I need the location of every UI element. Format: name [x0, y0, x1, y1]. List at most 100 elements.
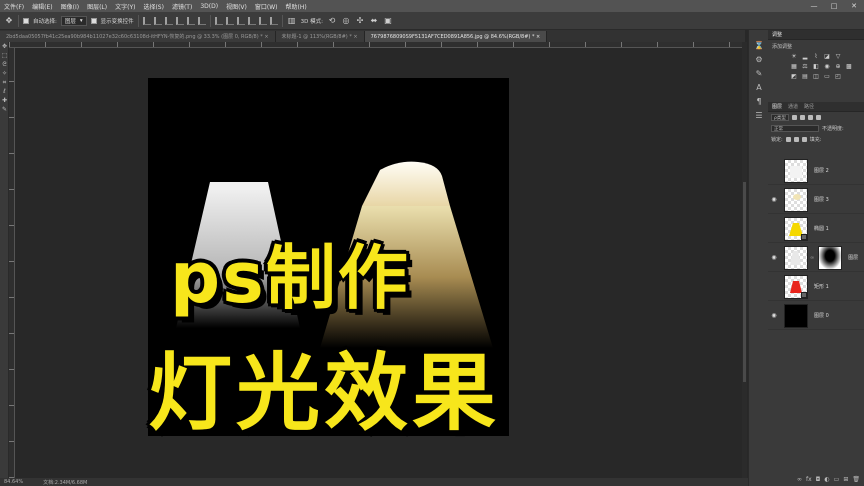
menu-file[interactable]: 文件(F): [0, 2, 28, 11]
align-left-icon[interactable]: [175, 16, 184, 25]
paragraph-icon[interactable]: ¶: [749, 94, 769, 108]
lock-all-icon[interactable]: [801, 137, 807, 142]
link-icon[interactable]: ∞: [797, 476, 802, 483]
orbit-3d-icon[interactable]: ⟲: [327, 16, 337, 26]
document-tab[interactable]: 2bd5daa05057fb41c25ea90b984b11027e32c60c…: [0, 31, 276, 42]
menu-window[interactable]: 窗口(W): [251, 2, 282, 11]
distribute-hcenter-icon[interactable]: [258, 16, 267, 25]
distribute-right-icon[interactable]: [269, 16, 278, 25]
menu-layer[interactable]: 图层(L): [83, 2, 111, 11]
scale-3d-icon[interactable]: ▣: [383, 16, 393, 26]
history-icon[interactable]: ⌛: [749, 38, 769, 52]
channel-mixer-icon[interactable]: ⊕: [834, 63, 842, 70]
group-icon[interactable]: ▭: [834, 476, 840, 483]
scroll-thumb[interactable]: [743, 182, 746, 382]
lasso-tool-icon[interactable]: ᘓ: [0, 60, 9, 69]
menu-image[interactable]: 图像(I): [57, 2, 83, 11]
layer-row[interactable]: 椭圆 1: [768, 215, 864, 243]
document-tab-active[interactable]: 76798768090S9F5131AF7CED0891A856.jpg @ 8…: [364, 31, 548, 42]
threshold-icon[interactable]: ◫: [812, 73, 820, 80]
filter-adjust-icon[interactable]: [799, 115, 805, 120]
menu-edit[interactable]: 编辑(E): [28, 2, 56, 11]
color-lookup-icon[interactable]: ▩: [845, 63, 853, 70]
menu-filter[interactable]: 滤镜(T): [168, 2, 196, 11]
close-icon[interactable]: ×: [536, 34, 540, 40]
align-vcenter-icon[interactable]: [153, 16, 162, 25]
layer-row[interactable]: 图层 2: [768, 157, 864, 185]
align-top-icon[interactable]: [142, 16, 151, 25]
align-right-icon[interactable]: [197, 16, 206, 25]
crop-tool-icon[interactable]: ⌗: [0, 78, 9, 87]
eyedropper-icon[interactable]: ℓ: [0, 87, 9, 96]
show-transform-checkbox[interactable]: [90, 17, 97, 24]
distribute-vcenter-icon[interactable]: [225, 16, 234, 25]
close-icon[interactable]: ×: [264, 34, 268, 40]
kind-filter[interactable]: ρ类型: [771, 114, 789, 121]
properties-icon[interactable]: ☰: [749, 108, 769, 122]
tab-layers[interactable]: 图层: [772, 103, 782, 110]
menu-select[interactable]: 选择(S): [139, 2, 168, 11]
distribute-top-icon[interactable]: [214, 16, 223, 25]
color-balance-icon[interactable]: ⚖: [801, 63, 809, 70]
trash-icon[interactable]: 🗑: [852, 476, 860, 483]
auto-select-dropdown[interactable]: 图层 ▾: [60, 15, 87, 26]
healing-tool-icon[interactable]: ✚: [0, 96, 9, 105]
move-tool-icon[interactable]: ✥: [4, 16, 14, 26]
layer-row[interactable]: ◉ 图层 0: [768, 302, 864, 330]
levels-icon[interactable]: ▂: [801, 53, 809, 60]
vertical-scrollbar[interactable]: [742, 42, 747, 478]
roll-3d-icon[interactable]: ◎: [341, 16, 351, 26]
filter-type-icon[interactable]: [807, 115, 813, 120]
document-tab[interactable]: 未标题-1 @ 113%(RGB/8#) * ×: [275, 31, 365, 42]
menu-type[interactable]: 文字(Y): [111, 2, 139, 11]
close-icon[interactable]: ×: [353, 34, 357, 40]
blend-mode-select[interactable]: 正常: [771, 125, 819, 132]
layer-row[interactable]: ◉ ∞ 图层: [768, 244, 864, 272]
vibrance-icon[interactable]: ▽: [834, 53, 842, 60]
distribute-bottom-icon[interactable]: [236, 16, 245, 25]
tab-channels[interactable]: 通道: [788, 103, 798, 110]
curves-icon[interactable]: ⌇: [812, 53, 820, 60]
invert-icon[interactable]: ◩: [790, 73, 798, 80]
layer-mask-thumbnail[interactable]: [818, 245, 843, 270]
brush-icon[interactable]: ✎: [749, 66, 769, 80]
tab-paths[interactable]: 路径: [804, 103, 814, 110]
filter-pixel-icon[interactable]: [791, 115, 797, 120]
lock-pixels-icon[interactable]: [785, 137, 791, 142]
brush-tool-icon[interactable]: ✎: [0, 105, 9, 114]
eye-icon[interactable]: ◉: [768, 254, 780, 261]
eye-icon[interactable]: ◉: [768, 196, 780, 203]
marquee-tool-icon[interactable]: ⬚: [0, 51, 9, 60]
auto-align-icon[interactable]: ▥: [287, 16, 297, 26]
menu-view[interactable]: 视图(V): [222, 2, 251, 11]
filter-shape-icon[interactable]: [815, 115, 821, 120]
maximize-button[interactable]: □: [824, 0, 844, 12]
distribute-left-icon[interactable]: [247, 16, 256, 25]
pan-3d-icon[interactable]: ✣: [355, 16, 365, 26]
adjustment-icon[interactable]: ◐: [824, 476, 829, 483]
align-hcenter-icon[interactable]: [186, 16, 195, 25]
gradient-map-icon[interactable]: ▭: [823, 73, 831, 80]
menu-help[interactable]: 帮助(H): [282, 2, 311, 11]
move-tool-icon[interactable]: ✥: [0, 42, 9, 51]
mask-icon[interactable]: ◘: [816, 476, 821, 483]
slide-3d-icon[interactable]: ⬌: [369, 16, 379, 26]
lock-position-icon[interactable]: [793, 137, 799, 142]
fx-icon[interactable]: fx: [806, 476, 812, 483]
brightness-icon[interactable]: ☀: [790, 53, 798, 60]
tab-adjustments[interactable]: 调整: [772, 31, 782, 38]
adjust-icon[interactable]: ⚙: [749, 52, 769, 66]
hue-icon[interactable]: ▦: [790, 63, 798, 70]
layer-row[interactable]: 矩形 1: [768, 273, 864, 301]
align-bottom-icon[interactable]: [164, 16, 173, 25]
new-layer-icon[interactable]: ⊞: [843, 476, 848, 483]
minimize-button[interactable]: —: [804, 0, 824, 12]
magic-wand-icon[interactable]: ✧: [0, 69, 9, 78]
photo-filter-icon[interactable]: ◉: [823, 63, 831, 70]
eye-icon[interactable]: ◉: [768, 312, 780, 319]
auto-select-checkbox[interactable]: [23, 17, 29, 24]
zoom-level[interactable]: 84.64%: [4, 479, 23, 485]
link-icon[interactable]: ∞: [810, 255, 814, 261]
close-button[interactable]: ✕: [844, 0, 864, 12]
character-icon[interactable]: A: [749, 80, 769, 94]
